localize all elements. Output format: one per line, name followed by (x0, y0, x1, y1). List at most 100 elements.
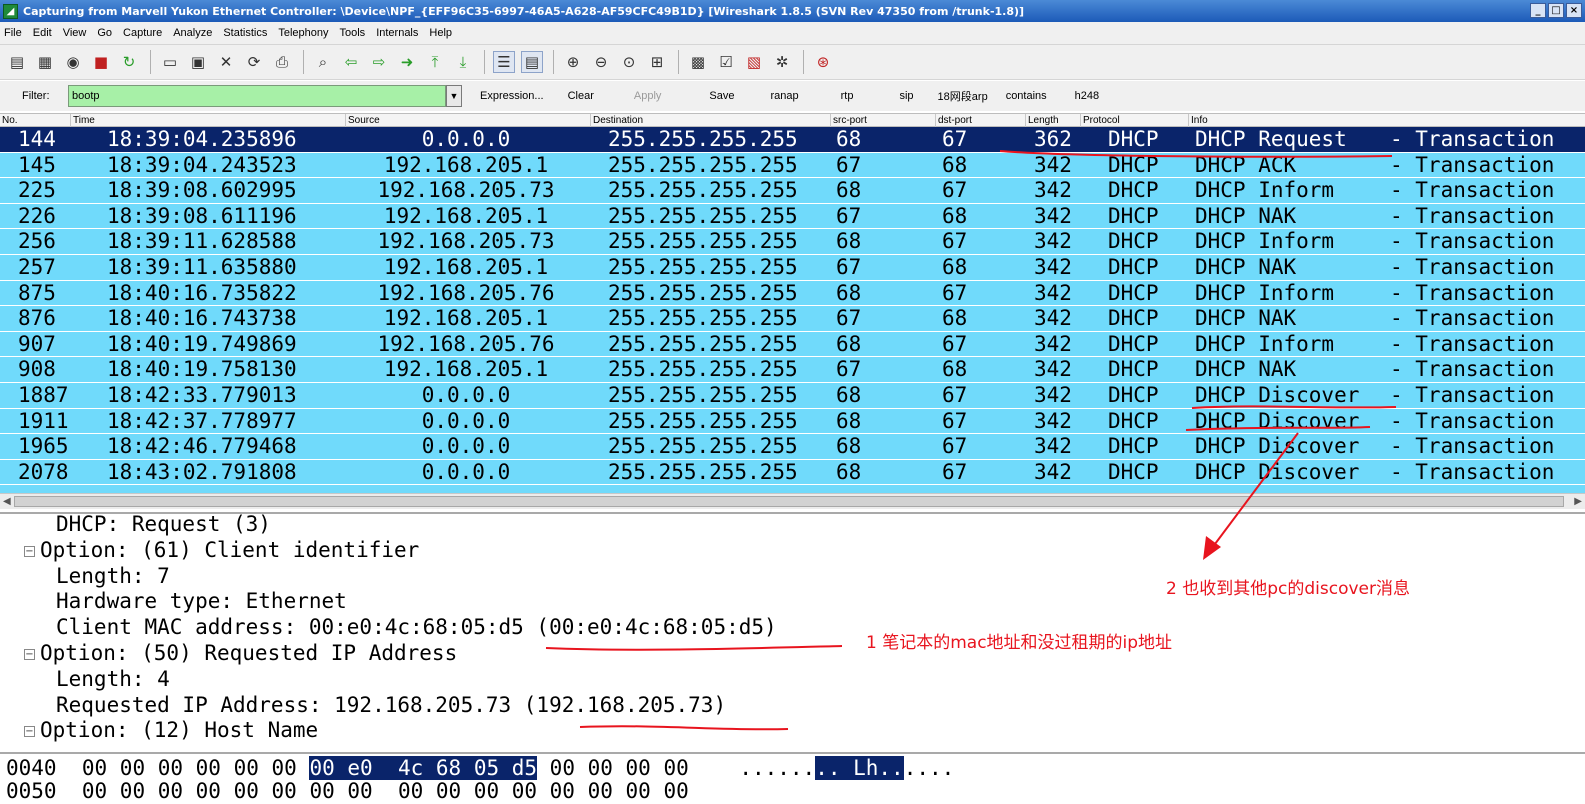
table-row[interactable]: 225 18:39:08.602995 192.168.205.73 255.255.… (0, 178, 1585, 204)
scroll-left-icon[interactable]: ◀ (3, 496, 11, 507)
apply-button[interactable]: Apply (622, 90, 674, 102)
collapse-icon[interactable]: − (24, 726, 35, 738)
menu-telephony[interactable]: Telephony (278, 27, 328, 39)
save-file-icon[interactable]: ▣ (187, 51, 209, 73)
go-back-icon[interactable]: ⇦ (340, 51, 362, 73)
chevron-down-icon[interactable]: ▼ (446, 85, 462, 107)
scroll-right-icon[interactable]: ▶ (1574, 496, 1582, 507)
capture-options-icon[interactable]: ▦ (34, 51, 56, 73)
table-row[interactable]: 1911 18:42:37.778977 0.0.0.0 255.255.255.25… (0, 409, 1585, 435)
column-header-time[interactable]: Time (70, 114, 95, 127)
normal-size-icon[interactable]: ⊙ (618, 51, 640, 73)
column-header-protocol[interactable]: Protocol (1080, 114, 1120, 127)
column-header-dst-port[interactable]: dst-port (935, 114, 972, 127)
detail-tree-item[interactable]: Length: 4 (56, 667, 170, 692)
menu-capture[interactable]: Capture (123, 27, 162, 39)
packet-bytes-pane[interactable]: 0040 00 00 00 00 00 00 00 e0 4c 68 05 d5… (0, 752, 1585, 804)
column-header-source[interactable]: Source (345, 114, 380, 127)
minimize-button[interactable]: _ (1530, 3, 1546, 18)
zoom-in-icon[interactable]: ⊕ (562, 51, 584, 73)
packet-info: DHCP Discover (1195, 408, 1360, 433)
auto-scroll-icon[interactable]: ▤ (521, 51, 543, 73)
save-filter-button[interactable]: Save (697, 90, 746, 102)
table-row[interactable]: 1887 18:42:33.779013 0.0.0.0 255.255.255.25… (0, 383, 1585, 409)
column-header-info[interactable]: Info (1188, 114, 1208, 127)
menu-analyze[interactable]: Analyze (173, 27, 212, 39)
reload-icon[interactable]: ⟳ (243, 51, 265, 73)
table-row[interactable]: 226 18:39:08.611196 192.168.205.1 255.255.2… (0, 204, 1585, 230)
detail-tree-item[interactable]: Requested IP Address: 192.168.205.73 (19… (56, 693, 726, 718)
table-row[interactable]: 907 18:40:19.749869 192.168.205.76 255.255.… (0, 332, 1585, 358)
detail-tree-item[interactable]: Length: 7 (56, 564, 170, 589)
display-filters-icon[interactable]: ☑ (715, 51, 737, 73)
column-header-src-port[interactable]: src-port (830, 114, 867, 127)
table-row[interactable]: 144 18:39:04.235896 0.0.0.0 255.255.255.255… (0, 127, 1585, 153)
go-forward-icon[interactable]: ⇨ (368, 51, 390, 73)
filter-button-contains[interactable]: contains (994, 90, 1059, 102)
table-row[interactable]: 1965 18:42:46.779468 0.0.0.0 255.255.255.25… (0, 434, 1585, 460)
go-to-packet-icon[interactable]: ➜ (396, 51, 418, 73)
restart-capture-icon[interactable]: ↻ (118, 51, 140, 73)
start-capture-icon[interactable]: ◉ (62, 51, 84, 73)
detail-tree-item[interactable]: Hardware type: Ethernet (56, 589, 347, 614)
menu-help[interactable]: Help (429, 27, 452, 39)
packet-list[interactable]: 144 18:39:04.235896 0.0.0.0 255.255.255.255… (0, 127, 1585, 493)
first-packet-icon[interactable]: ⤒ (424, 51, 446, 73)
collapse-icon[interactable]: − (24, 649, 35, 660)
table-row[interactable]: 257 18:39:11.635880 192.168.205.1 255.255.2… (0, 255, 1585, 281)
detail-tree-item[interactable]: − Option: (12) Host Name (24, 718, 318, 743)
packet-transaction: - Transaction (1390, 152, 1555, 177)
table-row[interactable]: 2078 18:43:02.791808 0.0.0.0 255.255.255.25… (0, 460, 1585, 486)
menu-file[interactable]: File (4, 27, 22, 39)
capture-filters-icon[interactable]: ▩ (687, 51, 709, 73)
packet-details-pane[interactable]: DHCP: Request (3) − Option: (61) Client id… (0, 512, 1585, 750)
menu-statistics[interactable]: Statistics (223, 27, 267, 39)
table-row[interactable]: 256 18:39:11.628588 192.168.205.73 255.255.… (0, 229, 1585, 255)
table-row[interactable]: 908 18:40:19.758130 192.168.205.1 255.255.2… (0, 357, 1585, 383)
close-button[interactable]: × (1566, 3, 1582, 18)
table-row[interactable]: 875 18:40:16.735822 192.168.205.76 255.255.… (0, 281, 1585, 307)
packet-list-scrollbar[interactable]: ◀ ▶ (0, 493, 1585, 509)
find-packet-icon[interactable]: ⌕ (312, 51, 334, 73)
detail-tree-item[interactable]: − Option: (61) Client identifier (24, 538, 419, 563)
table-row[interactable]: 876 18:40:16.743738 192.168.205.1 255.255.2… (0, 306, 1585, 332)
display-filter-input[interactable]: bootp (68, 85, 446, 107)
menu-view[interactable]: View (63, 27, 87, 39)
resize-columns-icon[interactable]: ⊞ (646, 51, 668, 73)
colorize-icon[interactable]: ☰ (493, 51, 515, 73)
packet-info: DHCP Inform (1195, 229, 1335, 254)
filter-button-18-arp[interactable]: 18网段arp (926, 88, 1000, 104)
menu-tools[interactable]: Tools (340, 27, 366, 39)
menu-internals[interactable]: Internals (376, 27, 418, 39)
stop-capture-icon[interactable]: ■ (90, 51, 112, 73)
filter-button-sip[interactable]: sip (887, 90, 925, 102)
print-icon[interactable]: ⎙ (271, 51, 293, 73)
column-header-length[interactable]: Length (1025, 114, 1059, 127)
expression-button[interactable]: Expression... (468, 90, 556, 102)
close-file-icon[interactable]: ✕ (215, 51, 237, 73)
detail-tree-item[interactable]: Client MAC address: 00:e0:4c:68:05:d5 (0… (56, 615, 777, 640)
detail-tree-item[interactable]: − Option: (50) Requested IP Address (24, 641, 457, 666)
interfaces-icon[interactable]: ▤ (6, 51, 28, 73)
table-row[interactable]: 145 18:39:04.243523 192.168.205.1 255.255.2… (0, 153, 1585, 179)
last-packet-icon[interactable]: ⤓ (452, 51, 474, 73)
packet-dst-port: 67 (942, 280, 968, 305)
filter-button-rtp[interactable]: rtp (829, 90, 866, 102)
zoom-out-icon[interactable]: ⊖ (590, 51, 612, 73)
detail-tree-item[interactable]: DHCP: Request (3) (56, 514, 271, 537)
help-icon[interactable]: ⊛ (812, 51, 834, 73)
menu-go[interactable]: Go (97, 27, 112, 39)
column-header-destination[interactable]: Destination (590, 114, 643, 127)
table-row-partial[interactable] (0, 485, 1585, 493)
column-header-no[interactable]: No. (0, 114, 18, 127)
preferences-icon[interactable]: ✲ (771, 51, 793, 73)
filter-button-h248[interactable]: h248 (1063, 90, 1111, 102)
open-file-icon[interactable]: ▭ (159, 51, 181, 73)
scrollbar-thumb[interactable] (14, 496, 1564, 507)
menu-edit[interactable]: Edit (33, 27, 52, 39)
maximize-button[interactable]: □ (1548, 3, 1564, 18)
coloring-rules-icon[interactable]: ▧ (743, 51, 765, 73)
clear-button[interactable]: Clear (556, 90, 606, 102)
filter-button-ranap[interactable]: ranap (759, 90, 811, 102)
collapse-icon[interactable]: − (24, 545, 35, 557)
